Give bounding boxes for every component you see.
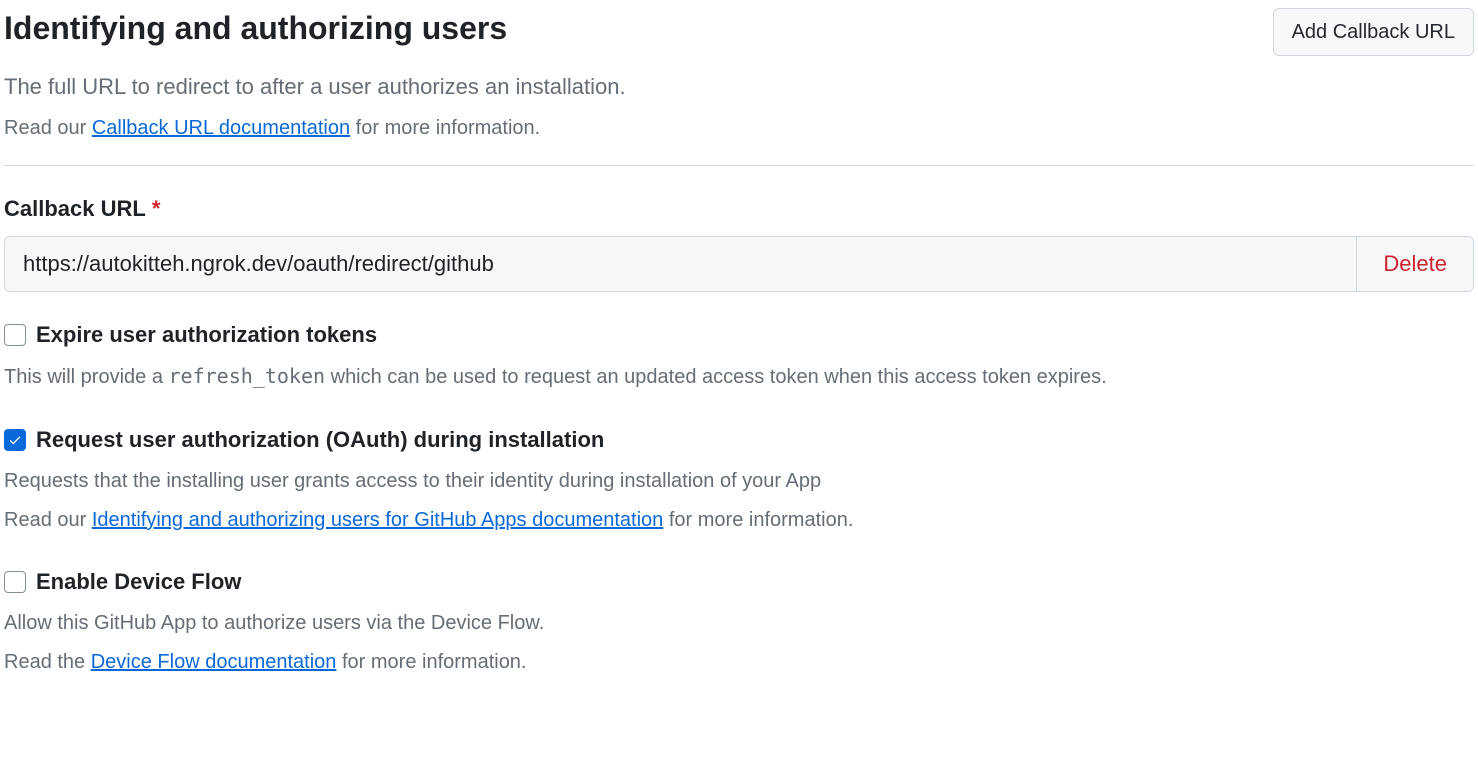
expire-tokens-label[interactable]: Expire user authorization tokens (36, 322, 377, 348)
oauth-doc-link[interactable]: Identifying and authorizing users for Gi… (92, 509, 663, 531)
request-oauth-label[interactable]: Request user authorization (OAuth) durin… (36, 427, 604, 453)
callback-doc-help: Read our Callback URL documentation for … (4, 113, 1474, 143)
check-icon (8, 433, 22, 447)
refresh-token-code: refresh_token (169, 364, 326, 388)
oauth-doc-help: Read our Identifying and authorizing use… (4, 505, 1474, 535)
add-callback-url-button[interactable]: Add Callback URL (1273, 8, 1474, 56)
device-flow-help-suffix: for more information. (336, 651, 526, 673)
section-subtitle: The full URL to redirect to after a user… (4, 70, 1474, 103)
expire-desc-prefix: This will provide a (4, 366, 169, 388)
device-flow-help-prefix: Read the (4, 651, 91, 673)
device-flow-label[interactable]: Enable Device Flow (36, 569, 241, 595)
help-suffix: for more information. (350, 117, 540, 139)
callback-url-label-text: Callback URL (4, 196, 146, 221)
expire-tokens-desc: This will provide a refresh_token which … (4, 360, 1474, 393)
request-oauth-desc: Requests that the installing user grants… (4, 465, 1474, 497)
callback-url-label: Callback URL* (4, 196, 160, 222)
section-title: Identifying and authorizing users (4, 8, 507, 48)
callback-url-row: Delete (4, 236, 1474, 292)
oauth-help-prefix: Read our (4, 509, 92, 531)
expire-desc-suffix: which can be used to request an updated … (325, 366, 1107, 388)
divider (4, 165, 1474, 166)
delete-callback-button[interactable]: Delete (1356, 237, 1473, 291)
oauth-help-suffix: for more information. (663, 509, 853, 531)
callback-url-doc-link[interactable]: Callback URL documentation (92, 117, 350, 139)
device-flow-desc: Allow this GitHub App to authorize users… (4, 607, 1474, 639)
required-indicator: * (152, 196, 161, 221)
callback-url-input[interactable] (5, 237, 1356, 291)
device-flow-doc-link[interactable]: Device Flow documentation (91, 651, 337, 673)
device-flow-doc-help: Read the Device Flow documentation for m… (4, 647, 1474, 677)
expire-tokens-checkbox[interactable] (4, 324, 26, 346)
request-oauth-checkbox[interactable] (4, 429, 26, 451)
help-prefix: Read our (4, 117, 92, 139)
device-flow-checkbox[interactable] (4, 571, 26, 593)
